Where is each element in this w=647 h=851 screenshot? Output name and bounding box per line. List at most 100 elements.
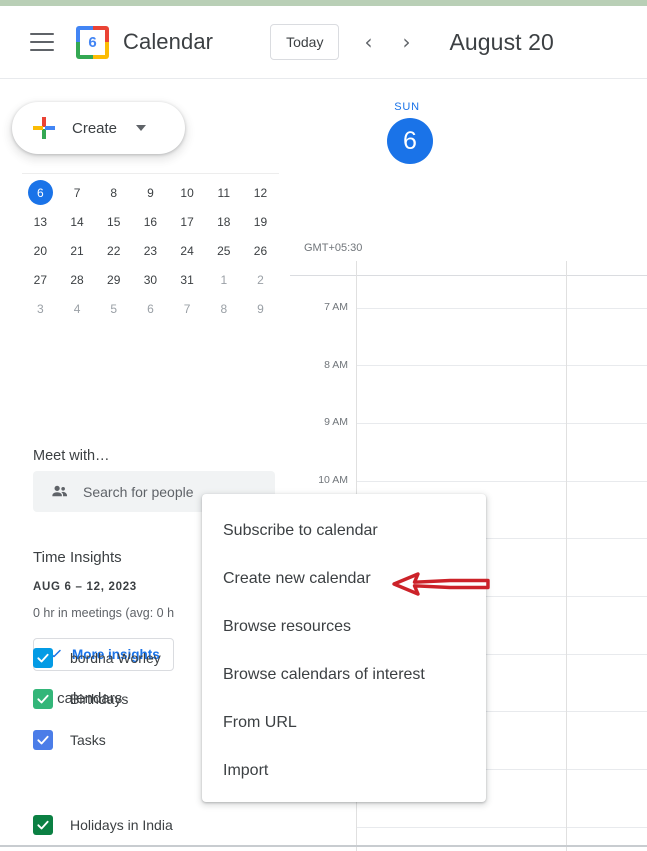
- mini-calendar-day[interactable]: 31: [169, 265, 206, 294]
- mini-calendar-day-number: 25: [217, 243, 231, 258]
- mini-calendar-day[interactable]: 9: [242, 294, 279, 323]
- calendar-list-item[interactable]: Tasks: [33, 730, 106, 750]
- chevron-down-icon: [136, 125, 147, 131]
- mini-calendar-day[interactable]: 10: [169, 178, 206, 207]
- calendar-name: bordha Worley: [70, 650, 161, 666]
- mini-calendar-day[interactable]: 19: [242, 207, 279, 236]
- mini-calendar-day[interactable]: 6: [132, 294, 169, 323]
- hour-gridline: [356, 826, 647, 828]
- mini-calendar-day[interactable]: 20: [22, 236, 59, 265]
- calendar-checkbox[interactable]: [33, 815, 53, 835]
- mini-calendar-week-row: 3 4 5 6 7 8 9: [22, 294, 279, 323]
- calendar-list-item[interactable]: Birthdays: [33, 689, 128, 709]
- mini-calendar-day[interactable]: 18: [205, 207, 242, 236]
- mini-calendar-day[interactable]: 12: [242, 178, 279, 207]
- mini-calendar-day[interactable]: 9: [132, 178, 169, 207]
- mini-calendar-day[interactable]: 6: [22, 178, 59, 207]
- window-bottom-border: [0, 845, 647, 847]
- time-insights-heading: Time Insights: [33, 549, 122, 566]
- today-button[interactable]: Today: [270, 24, 340, 60]
- calendar-list-item[interactable]: Holidays in India: [33, 815, 173, 835]
- menu-item[interactable]: Browse calendars of interest: [202, 651, 486, 699]
- calendar-name: Birthdays: [70, 691, 129, 707]
- mini-calendar-day-number: 9: [257, 301, 264, 316]
- hour-gridline: [356, 307, 647, 309]
- mini-calendar-day[interactable]: 22: [95, 236, 132, 265]
- menu-item[interactable]: Create new calendar: [202, 555, 486, 603]
- mini-calendar-day[interactable]: 1: [205, 265, 242, 294]
- mini-calendar-day[interactable]: 8: [205, 294, 242, 323]
- menu-item[interactable]: Subscribe to calendar: [202, 507, 486, 555]
- mini-calendar-day-number: 20: [33, 243, 48, 258]
- mini-calendar-day[interactable]: 5: [95, 294, 132, 323]
- mini-calendar-day[interactable]: 7: [59, 178, 96, 207]
- mini-calendar-day-number: 31: [180, 272, 194, 287]
- google-calendar-window: 6 Calendar Today ‹ › August 20 Create 6 7…: [0, 0, 647, 851]
- mini-calendar-day[interactable]: 21: [59, 236, 96, 265]
- hour-label: 7 AM: [324, 301, 348, 313]
- day-name-label: SUN: [394, 101, 420, 113]
- mini-calendar-day[interactable]: 13: [22, 207, 59, 236]
- next-period-icon[interactable]: ›: [389, 25, 423, 59]
- meet-with-heading: Meet with…: [33, 448, 110, 464]
- mini-calendar-day-number: 19: [253, 214, 268, 229]
- mini-calendar-week-row: 27 28 29 30 31 1 2: [22, 265, 279, 294]
- calendar-checkbox[interactable]: [33, 689, 53, 709]
- mini-calendar-day[interactable]: 8: [95, 178, 132, 207]
- mini-calendar-day[interactable]: 23: [132, 236, 169, 265]
- mini-calendar-day-number: 9: [147, 185, 154, 200]
- google-calendar-logo-icon[interactable]: 6: [76, 25, 109, 59]
- mini-calendar-day[interactable]: 14: [59, 207, 96, 236]
- mini-calendar-day-number: 7: [73, 185, 81, 200]
- mini-calendar-day[interactable]: 2: [242, 265, 279, 294]
- mini-calendar-day-number: 5: [110, 301, 118, 316]
- app-header: 6 Calendar Today ‹ › August 20: [0, 6, 647, 79]
- mini-calendar-week-row: 13 14 15 16 17 18 19: [22, 207, 279, 236]
- mini-calendar-day-number: 18: [217, 214, 231, 229]
- mini-calendar-day[interactable]: 30: [132, 265, 169, 294]
- mini-calendar-day[interactable]: 3: [22, 294, 59, 323]
- hour-gridline: [356, 480, 647, 482]
- create-button[interactable]: Create: [12, 102, 185, 154]
- day-number-badge[interactable]: 6: [387, 118, 433, 164]
- mini-calendar-day[interactable]: 17: [169, 207, 206, 236]
- calendar-checkbox[interactable]: [33, 730, 53, 750]
- menu-item[interactable]: Import: [202, 747, 486, 795]
- mini-calendar-day[interactable]: 28: [59, 265, 96, 294]
- mini-calendar-day-number: 8: [220, 301, 228, 316]
- mini-calendar-day-number: 6: [27, 180, 53, 205]
- mini-calendar-day-number: 17: [180, 214, 194, 229]
- menu-item[interactable]: From URL: [202, 699, 486, 747]
- mini-calendar-day[interactable]: 29: [95, 265, 132, 294]
- day-column-header: SUN 6: [290, 79, 647, 169]
- mini-calendar-day[interactable]: 15: [95, 207, 132, 236]
- mini-calendar-day-number: 15: [107, 214, 121, 229]
- mini-calendar-day[interactable]: 24: [169, 236, 206, 265]
- search-for-people-placeholder: Search for people: [83, 483, 194, 500]
- mini-calendar-day[interactable]: 26: [242, 236, 279, 265]
- mini-calendar-day[interactable]: 7: [169, 294, 206, 323]
- mini-calendar-day-number: 8: [110, 185, 118, 200]
- mini-calendar-day[interactable]: 11: [205, 178, 242, 207]
- calendar-list-item[interactable]: bordha Worley: [33, 648, 161, 668]
- hour-gridline: [356, 422, 647, 424]
- mini-calendar-day-number: 7: [183, 301, 191, 316]
- menu-item[interactable]: Browse resources: [202, 603, 486, 651]
- mini-calendar[interactable]: 6 7 8 9 10 11 12 13 14 15 16 17 18 19 20 21 22 23 24 25 26 27…: [22, 173, 279, 323]
- mini-calendar-day-number: 10: [180, 185, 194, 200]
- app-title: Calendar: [123, 29, 214, 54]
- mini-calendar-day-number: 29: [107, 272, 121, 287]
- previous-period-icon[interactable]: ‹: [351, 25, 385, 59]
- mini-calendar-day-number: 30: [143, 272, 158, 287]
- mini-calendar-day[interactable]: 25: [205, 236, 242, 265]
- mini-calendar-day-number: 22: [107, 243, 121, 258]
- plus-icon: [33, 117, 55, 139]
- calendar-checkbox[interactable]: [33, 648, 53, 668]
- mini-calendar-day-number: 1: [220, 272, 228, 287]
- mini-calendar-day[interactable]: 16: [132, 207, 169, 236]
- hamburger-menu-icon[interactable]: [30, 33, 54, 51]
- mini-calendar-day-number: 16: [143, 214, 158, 229]
- mini-calendar-day[interactable]: 27: [22, 265, 59, 294]
- current-month-title: August 20: [449, 28, 554, 55]
- mini-calendar-day[interactable]: 4: [59, 294, 96, 323]
